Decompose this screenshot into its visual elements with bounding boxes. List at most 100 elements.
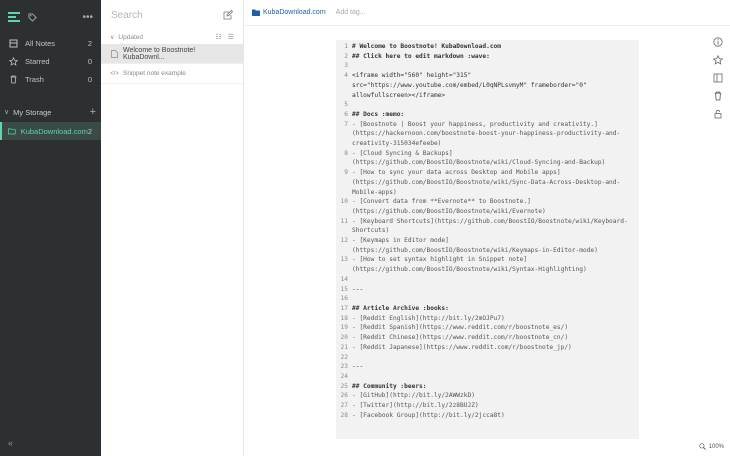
star-icon — [9, 56, 18, 66]
note-title: Welcome to Boostnote! KubaDownl... — [123, 46, 196, 61]
folder-count: 2 — [87, 126, 92, 136]
line-text — [352, 353, 635, 363]
editor-line[interactable]: 10 - [Convert data from **Evernote** to B… — [340, 197, 635, 216]
line-number: 1 — [344, 43, 348, 50]
add-folder-icon[interactable]: + — [90, 106, 96, 118]
line-text: - [Keyboard Shortcuts](https://github.co… — [352, 217, 628, 235]
editor-line[interactable]: 22 — [340, 353, 635, 363]
sort-control[interactable]: ∨ Updated ☷ ☰ — [101, 30, 243, 44]
add-tag-input[interactable]: Add tag... — [336, 9, 366, 16]
editor-line[interactable]: 25 ## Community :beers: — [340, 382, 635, 392]
line-number: 17 — [340, 304, 348, 312]
editor-line[interactable]: 18 - [Reddit English](http://bit.ly/2mOJP… — [340, 314, 635, 324]
editor-line[interactable]: 4 <iframe width="560" height="315" src="h… — [340, 71, 635, 100]
line-text: - [Twitter](http://bit.ly/2z8BUJZ) — [352, 402, 479, 410]
line-text: ## Docs :memo: — [352, 110, 405, 118]
editor-line[interactable]: 26 - [GitHub](http://bit.ly/2AWWzkD) — [340, 391, 635, 401]
editor-line[interactable]: 1 # Welcome to Boostnote! KubaDownload.co… — [340, 42, 635, 52]
trash-icon[interactable] — [713, 91, 723, 101]
chevron-down-icon[interactable]: ∨ — [110, 34, 114, 41]
editor-line[interactable]: 15 --- — [340, 285, 635, 295]
line-number: 3 — [344, 62, 348, 70]
line-text: - [Facebook Group](http://bit.ly/2jcca8t… — [352, 411, 505, 419]
all-notes-icon — [9, 39, 18, 48]
editor-line[interactable]: 24 — [340, 372, 635, 382]
note-title: Snippet note example — [123, 70, 186, 77]
collapse-sidebar-icon[interactable]: « — [8, 438, 13, 448]
line-number: 25 — [340, 382, 348, 390]
star-icon[interactable] — [713, 55, 723, 65]
line-number: 8 — [344, 149, 348, 157]
zoom-control[interactable]: 100% — [698, 443, 724, 450]
note-item[interactable]: </> Snippet note example — [101, 64, 243, 84]
line-text: ## Article Archive :books: — [352, 304, 449, 312]
menu-icon[interactable] — [8, 12, 20, 22]
tag-icon[interactable] — [28, 12, 37, 22]
editor-line[interactable]: 12 - [Keymaps in Editor mode](https://git… — [340, 236, 635, 255]
folder-breadcrumb[interactable]: KubaDownload.com — [263, 9, 326, 16]
line-text — [352, 100, 635, 110]
editor-line[interactable]: 5 — [340, 100, 635, 110]
line-number: 22 — [340, 353, 348, 361]
search-bar[interactable]: Search — [101, 0, 243, 30]
line-number: 4 — [344, 72, 348, 80]
line-text: --- — [352, 363, 364, 371]
snippet-note-icon: </> — [110, 70, 119, 77]
sidebar-item-label: Starred — [25, 56, 50, 66]
line-number: 9 — [344, 169, 348, 177]
sidebar-folder-kubadownload[interactable]: KubaDownload.com 2 — [0, 122, 101, 140]
line-number: 10 — [340, 198, 348, 206]
editor-line[interactable]: 2 ## Click here to edit markdown :wave: — [340, 52, 635, 62]
editor-line[interactable]: 9 - [How to sync your data across Desktop… — [340, 168, 635, 197]
note-list: Search ∨ Updated ☷ ☰ Welcome to Boostnot… — [101, 0, 244, 456]
line-number: 24 — [340, 372, 348, 380]
editor-line[interactable]: 17 ## Article Archive :books: — [340, 304, 635, 314]
editor-line[interactable]: 13 - [How to set syntax highlight in Snip… — [340, 255, 635, 274]
new-note-icon[interactable] — [223, 10, 233, 20]
editor-line[interactable]: 23 --- — [340, 362, 635, 372]
line-text: ## Click here to edit markdown :wave: — [352, 52, 490, 60]
editor-line[interactable]: 28 - [Facebook Group](http://bit.ly/2jcca… — [340, 411, 635, 421]
editor-line[interactable]: 27 - [Twitter](http://bit.ly/2z8BUJZ) — [340, 401, 635, 411]
line-number: 12 — [340, 237, 348, 245]
note-item[interactable]: Welcome to Boostnote! KubaDownl... — [101, 44, 243, 64]
markdown-editor[interactable]: 1 # Welcome to Boostnote! KubaDownload.co… — [336, 40, 639, 439]
line-text: - [Reddit Chinese](https://www.reddit.co… — [352, 334, 569, 342]
line-number: 28 — [340, 411, 348, 419]
editor-line[interactable]: 19 - [Reddit Spanish](https://www.reddit.… — [340, 323, 635, 333]
storage-header[interactable]: ∨ My Storage + — [0, 102, 101, 122]
editor-line[interactable]: 7 - [Boostnote | Boost your happiness, pr… — [340, 120, 635, 149]
note-count: 2 — [87, 38, 92, 48]
editor-line[interactable]: 3 — [340, 61, 635, 71]
editor-line[interactable]: 8 - [Cloud Syncing & Backups](https://git… — [340, 149, 635, 168]
search-input[interactable]: Search — [111, 10, 143, 21]
sidebar-item-starred[interactable]: Starred 0 — [0, 52, 101, 70]
zoom-level: 100% — [708, 443, 724, 450]
editor-line[interactable]: 14 — [340, 275, 635, 285]
editor-line[interactable]: 6 ## Docs :memo: — [340, 110, 635, 120]
folder-icon — [252, 9, 260, 16]
editor-line[interactable]: 20 - [Reddit Chinese](https://www.reddit.… — [340, 333, 635, 343]
lock-icon[interactable] — [713, 109, 723, 119]
line-number: 16 — [340, 295, 348, 303]
line-text: # Welcome to Boostnote! KubaDownload.com — [352, 43, 502, 50]
line-text: - [How to set syntax highlight in Snippe… — [352, 256, 587, 274]
fullscreen-icon[interactable] — [713, 73, 723, 83]
more-icon[interactable]: ••• — [82, 12, 93, 23]
editor-line[interactable]: 11 - [Keyboard Shortcuts](https://github.… — [340, 217, 635, 236]
sidebar-item-trash[interactable]: Trash 0 — [0, 70, 101, 88]
line-text: - [Convert data from **Evernote** to Boo… — [352, 198, 546, 215]
line-text: - [Reddit Spanish](https://www.reddit.co… — [352, 324, 569, 332]
default-view-icon[interactable]: ☷ — [215, 33, 221, 41]
line-text: ## Community :beers: — [352, 382, 427, 390]
line-number: 14 — [340, 275, 348, 283]
editor-line[interactable]: 16 — [340, 294, 635, 304]
sidebar-item-all-notes[interactable]: All Notes 2 — [0, 34, 101, 52]
editor-line[interactable]: 21 - [Reddit Japanese](https://www.reddit… — [340, 343, 635, 353]
chevron-down-icon[interactable]: ∨ — [4, 108, 9, 116]
line-number: 20 — [340, 334, 348, 342]
compact-view-icon[interactable]: ☰ — [228, 33, 234, 41]
zoom-icon — [698, 443, 706, 450]
info-icon[interactable] — [713, 37, 723, 47]
line-number: 2 — [344, 52, 348, 60]
